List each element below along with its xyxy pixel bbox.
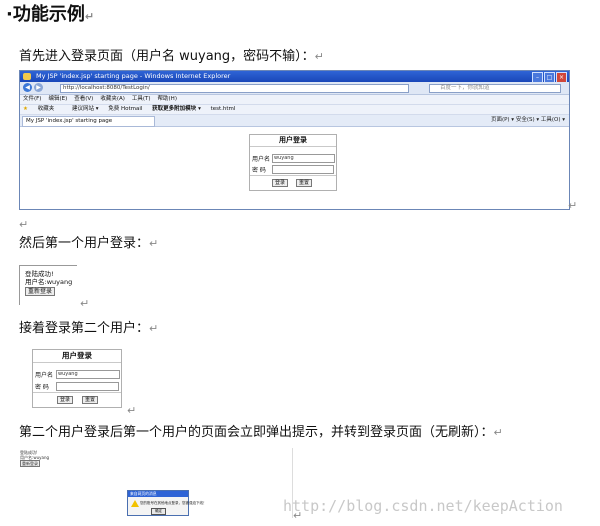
return-mark: ↵ xyxy=(80,297,90,310)
paragraph-2: 然后第一个用户登录：↵ xyxy=(19,236,158,252)
relogin-button[interactable]: 重新登录 xyxy=(20,460,40,467)
forward-icon[interactable]: ▶ xyxy=(34,83,43,92)
heading-text: 功能示例 xyxy=(12,4,85,25)
return-mark: ↵ xyxy=(127,404,137,417)
star-icon: ★ xyxy=(23,106,28,112)
ie-tab-bar: My JSP 'index.jsp' starting page 页面(P) ▾… xyxy=(20,115,569,127)
login-button[interactable]: 登录 xyxy=(57,396,73,404)
fav-test[interactable]: test.html xyxy=(211,106,236,112)
login-form: 用户登录 用户名 wuyang 密 码 登录 重置 xyxy=(249,134,337,191)
password-input[interactable] xyxy=(272,165,334,174)
paragraph-4-text: 第二个用户登录后第一个用户的页面会立即弹出提示，并转到登录页面（无刷新）： xyxy=(19,425,494,440)
form-divider xyxy=(33,392,121,393)
menu-file[interactable]: 文件(F) xyxy=(23,96,41,102)
menu-help[interactable]: 帮助(H) xyxy=(158,96,177,102)
menu-tools[interactable]: 工具(T) xyxy=(132,96,151,102)
menu-favorites[interactable]: 收藏夹(A) xyxy=(100,96,125,102)
password-label: 密 码 xyxy=(252,167,266,174)
section-heading: ·功能示例↵ xyxy=(6,0,94,26)
ie-command-bar[interactable]: 页面(P) ▾ 安全(S) ▾ 工具(O) ▾ xyxy=(491,116,565,125)
success-username: 用户名:wuyang xyxy=(25,278,73,286)
paragraph-1-text: 首先进入登录页面（用户名 wuyang，密码不输）： xyxy=(19,49,315,64)
paragraph-4: 第二个用户登录后第一个用户的页面会立即弹出提示，并转到登录页面（无刷新）：↵ xyxy=(19,425,503,441)
bullet: · xyxy=(6,4,13,25)
ie-browser-window: My JSP 'index.jsp' starting page - Windo… xyxy=(19,70,570,210)
username-input[interactable]: wuyang xyxy=(56,370,120,379)
alert-message: 您的账号在其他地点登录，您被强迫下线！ xyxy=(140,501,207,505)
paragraph-2-text: 然后第一个用户登录： xyxy=(19,236,150,251)
return-mark: ↵ xyxy=(149,237,159,250)
return-mark: ↵ xyxy=(19,218,29,231)
reset-button[interactable]: 重置 xyxy=(296,179,312,187)
watermark: http://blog.csdn.net/keepAction xyxy=(283,497,563,515)
return-mark: ↵ xyxy=(314,50,324,63)
form-divider xyxy=(250,175,336,176)
menu-view[interactable]: 查看(V) xyxy=(74,96,93,102)
fav-suggested[interactable]: 建议网站 ▾ xyxy=(72,106,99,112)
ie-favorites-bar: ★ 收藏夹 建议网站 ▾ 免费 Hotmail 获取更多附加模块 ▾ test.… xyxy=(20,105,569,115)
return-mark: ↵ xyxy=(493,426,503,439)
return-mark: ↵ xyxy=(293,509,303,522)
ie-title-bar: My JSP 'index.jsp' starting page - Windo… xyxy=(20,71,569,83)
login-button[interactable]: 登录 xyxy=(272,179,288,187)
login-title: 用户登录 xyxy=(33,350,121,363)
alert-title: 来自网页的消息 xyxy=(128,491,188,497)
paragraph-1: 首先进入登录页面（用户名 wuyang，密码不输）：↵ xyxy=(19,49,324,65)
username-input[interactable]: wuyang xyxy=(272,154,335,163)
ie-app-icon xyxy=(23,73,31,80)
return-mark: ↵ xyxy=(84,10,95,23)
relogin-button[interactable]: 重新登录 xyxy=(25,287,56,296)
return-mark: ↵ xyxy=(568,199,578,212)
return-mark: ↵ xyxy=(149,322,159,335)
fav-favorites[interactable]: ★ 收藏夹 xyxy=(23,106,62,112)
browser-tab[interactable]: My JSP 'index.jsp' starting page xyxy=(22,116,155,127)
password-input[interactable] xyxy=(56,382,119,391)
login-success-panel: 登陆成功! 用户名:wuyang 重新登录 xyxy=(19,265,77,305)
success-message: 登陆成功! xyxy=(25,270,54,278)
warning-icon xyxy=(131,500,139,507)
address-input[interactable]: http://localhost:8080/TestLogin/ xyxy=(60,84,409,93)
back-icon[interactable]: ◀ xyxy=(23,83,32,92)
username-label: 用户名 xyxy=(252,156,271,163)
search-input[interactable]: 百度一下，你就知道 xyxy=(429,84,561,93)
ie-address-bar: ◀ ▶ http://localhost:8080/TestLogin/ 百度一… xyxy=(20,82,569,95)
fav-hotmail[interactable]: 免费 Hotmail xyxy=(108,106,142,112)
username-label: 用户名 xyxy=(35,372,54,379)
alert-dialog: 来自网页的消息 您的账号在其他地点登录，您被强迫下线！ 确定 xyxy=(127,490,207,516)
fav-favorites-label: 收藏夹 xyxy=(37,106,55,112)
ie-menu-bar: 文件(F) 编辑(E) 查看(V) 收藏夹(A) 工具(T) 帮助(H) xyxy=(20,95,569,105)
password-label: 密 码 xyxy=(35,384,49,391)
paragraph-3: 接着登录第二个用户：↵ xyxy=(19,321,158,337)
reset-button[interactable]: 重置 xyxy=(82,396,98,404)
small-success-panel: 登陆成功! 用户名:wuyang 重新登录 xyxy=(20,450,49,467)
menu-edit[interactable]: 编辑(E) xyxy=(48,96,67,102)
fav-addons[interactable]: 获取更多附加模块 ▾ xyxy=(152,106,201,112)
login-form-second: 用户登录 用户名 wuyang 密 码 登录 重置 xyxy=(32,349,122,408)
paragraph-3-text: 接着登录第二个用户： xyxy=(19,321,150,336)
ie-title-text: My JSP 'index.jsp' starting page - Windo… xyxy=(36,72,231,80)
login-title: 用户登录 xyxy=(250,135,336,147)
alert-ok-button[interactable]: 确定 xyxy=(151,508,166,515)
